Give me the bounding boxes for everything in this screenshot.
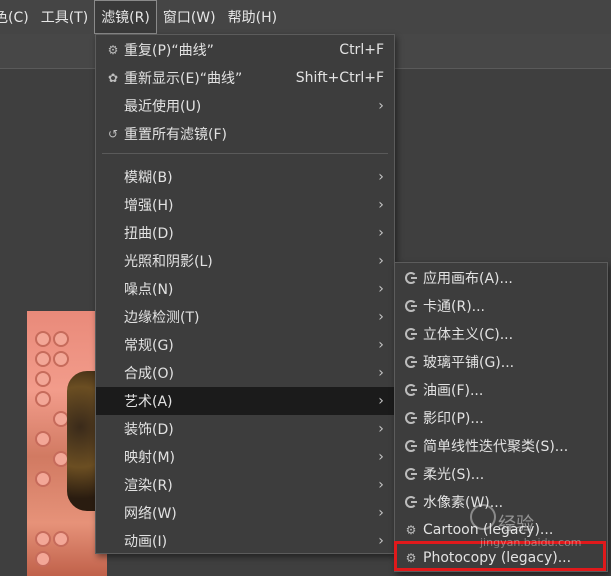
chevron-right-icon: ›	[378, 365, 384, 381]
menu-item-render[interactable]: 渲染(R) ›	[96, 471, 394, 499]
menu-item-animation[interactable]: 动画(I) ›	[96, 527, 394, 555]
chevron-right-icon: ›	[378, 309, 384, 325]
gegl-icon	[405, 496, 417, 508]
reset-icon: ↺	[107, 127, 119, 141]
submenu-item-cartoon[interactable]: 卡通(R)...	[395, 292, 607, 320]
gear-icon: ⚙	[405, 551, 417, 565]
submenu-item-photocopy[interactable]: 影印(P)...	[395, 404, 607, 432]
submenu-item-slic[interactable]: 简单线性迭代聚类(S)...	[395, 432, 607, 460]
chevron-right-icon: ›	[378, 225, 384, 241]
menu-item-noise[interactable]: 噪点(N) ›	[96, 275, 394, 303]
submenu-item-cubism[interactable]: 立体主义(C)...	[395, 320, 607, 348]
chevron-right-icon: ›	[378, 337, 384, 353]
menu-item-edge-detect[interactable]: 边缘检测(T) ›	[96, 303, 394, 331]
menu-window[interactable]: 窗口(W)	[157, 0, 222, 34]
chevron-right-icon: ›	[378, 477, 384, 493]
menu-item-combine[interactable]: 合成(O) ›	[96, 359, 394, 387]
chevron-right-icon: ›	[378, 281, 384, 297]
filters-menu: ⚙ 重复(P)“曲线” Ctrl+F ✿ 重新显示(E)“曲线” Shift+C…	[95, 34, 395, 554]
menu-item-blur[interactable]: 模糊(B) ›	[96, 163, 394, 191]
gegl-icon	[405, 272, 417, 284]
submenu-item-oilify[interactable]: 油画(F)...	[395, 376, 607, 404]
chevron-right-icon: ›	[378, 533, 384, 549]
menu-help[interactable]: 帮助(H)	[222, 0, 283, 34]
gegl-icon	[405, 328, 417, 340]
menu-item-map[interactable]: 映射(M) ›	[96, 443, 394, 471]
menu-item-light-shadow[interactable]: 光照和阴影(L) ›	[96, 247, 394, 275]
menu-item-reset-filters[interactable]: ↺ 重置所有滤镜(F)	[96, 120, 394, 148]
menu-item-enhance[interactable]: 增强(H) ›	[96, 191, 394, 219]
menu-item-reshow[interactable]: ✿ 重新显示(E)“曲线” Shift+Ctrl+F	[96, 64, 394, 92]
chevron-right-icon: ›	[378, 98, 384, 114]
menu-item-artistic[interactable]: 艺术(A) ›	[96, 387, 394, 415]
chevron-right-icon: ›	[378, 169, 384, 185]
menu-item-recent[interactable]: 最近使用(U) ›	[96, 92, 394, 120]
gegl-icon	[405, 384, 417, 396]
menu-bar: 色(C) 工具(T) 滤镜(R) 窗口(W) 帮助(H)	[0, 0, 611, 34]
gegl-icon	[405, 300, 417, 312]
submenu-item-softglow[interactable]: 柔光(S)...	[395, 460, 607, 488]
submenu-item-glass-tile[interactable]: 玻璃平铺(G)...	[395, 348, 607, 376]
chevron-right-icon: ›	[378, 393, 384, 409]
chevron-right-icon: ›	[378, 197, 384, 213]
gegl-icon	[405, 412, 417, 424]
chevron-right-icon: ›	[378, 505, 384, 521]
chevron-right-icon: ›	[378, 253, 384, 269]
gegl-icon	[405, 468, 417, 480]
repeat-gear-icon: ⚙	[107, 43, 119, 57]
menu-separator	[102, 153, 388, 154]
gear-icon: ⚙	[405, 523, 417, 537]
menu-filters[interactable]: 滤镜(R)	[94, 0, 157, 34]
menu-item-decor[interactable]: 装饰(D) ›	[96, 415, 394, 443]
menu-item-repeat[interactable]: ⚙ 重复(P)“曲线” Ctrl+F	[96, 36, 394, 64]
menu-tools[interactable]: 工具(T)	[35, 0, 94, 34]
menu-item-web[interactable]: 网络(W) ›	[96, 499, 394, 527]
chevron-right-icon: ›	[378, 449, 384, 465]
gegl-icon	[405, 356, 417, 368]
submenu-item-apply-canvas[interactable]: 应用画布(A)...	[395, 264, 607, 292]
paw-logo-icon	[470, 504, 496, 530]
watermark: 经验 jingyan.baidu.com	[470, 500, 610, 560]
menu-item-generic[interactable]: 常规(G) ›	[96, 331, 394, 359]
reshow-icon: ✿	[107, 71, 119, 85]
menu-color[interactable]: 色(C)	[0, 0, 35, 34]
gegl-icon	[405, 440, 417, 452]
chevron-right-icon: ›	[378, 421, 384, 437]
menu-item-distorts[interactable]: 扭曲(D) ›	[96, 219, 394, 247]
